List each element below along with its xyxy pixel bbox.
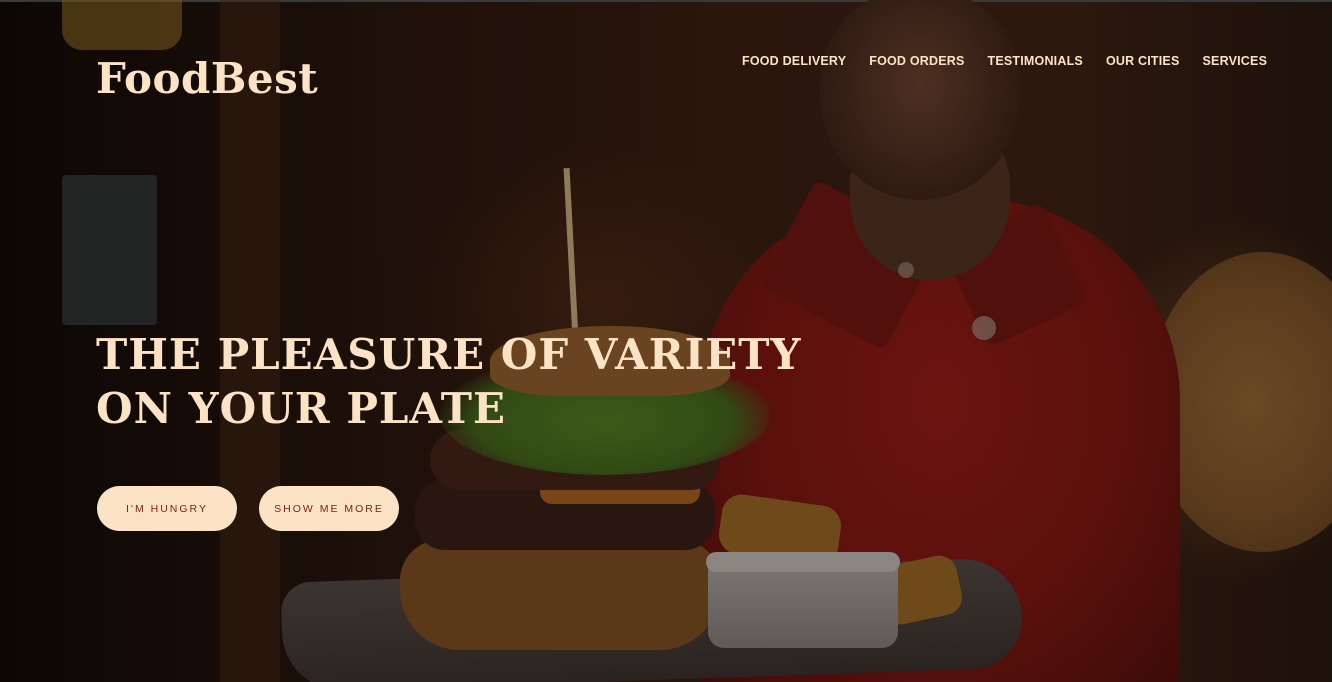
nav-item-our-cities[interactable]: OUR CITIES bbox=[1106, 54, 1180, 68]
background-sign bbox=[62, 175, 157, 325]
hero-headline-line-1: THE PLEASURE OF VARIETY bbox=[96, 330, 802, 379]
brand-logo[interactable]: FoodBest bbox=[96, 54, 318, 103]
nav-item-testimonials[interactable]: TESTIMONIALS bbox=[988, 54, 1083, 68]
hero-headline: THE PLEASURE OF VARIETY ON YOUR PLATE bbox=[96, 328, 802, 436]
hero-headline-line-2: ON YOUR PLATE bbox=[96, 384, 506, 433]
main-nav: FOOD DELIVERY FOOD ORDERS TESTIMONIALS O… bbox=[742, 54, 1267, 68]
shirt-button bbox=[898, 262, 914, 278]
nav-item-food-delivery[interactable]: FOOD DELIVERY bbox=[742, 54, 846, 68]
im-hungry-button[interactable]: I'M HUNGRY bbox=[97, 486, 237, 531]
top-border bbox=[0, 0, 1332, 2]
nav-item-food-orders[interactable]: FOOD ORDERS bbox=[869, 54, 964, 68]
burger-skewer bbox=[563, 167, 579, 339]
sauce-cup-rim bbox=[706, 552, 900, 572]
background-lamp bbox=[62, 0, 182, 50]
nav-item-services[interactable]: SERVICES bbox=[1203, 54, 1268, 68]
burger-bun-bottom bbox=[400, 540, 720, 650]
show-me-more-button[interactable]: SHOW ME MORE bbox=[259, 486, 399, 531]
shirt-button bbox=[972, 316, 996, 340]
